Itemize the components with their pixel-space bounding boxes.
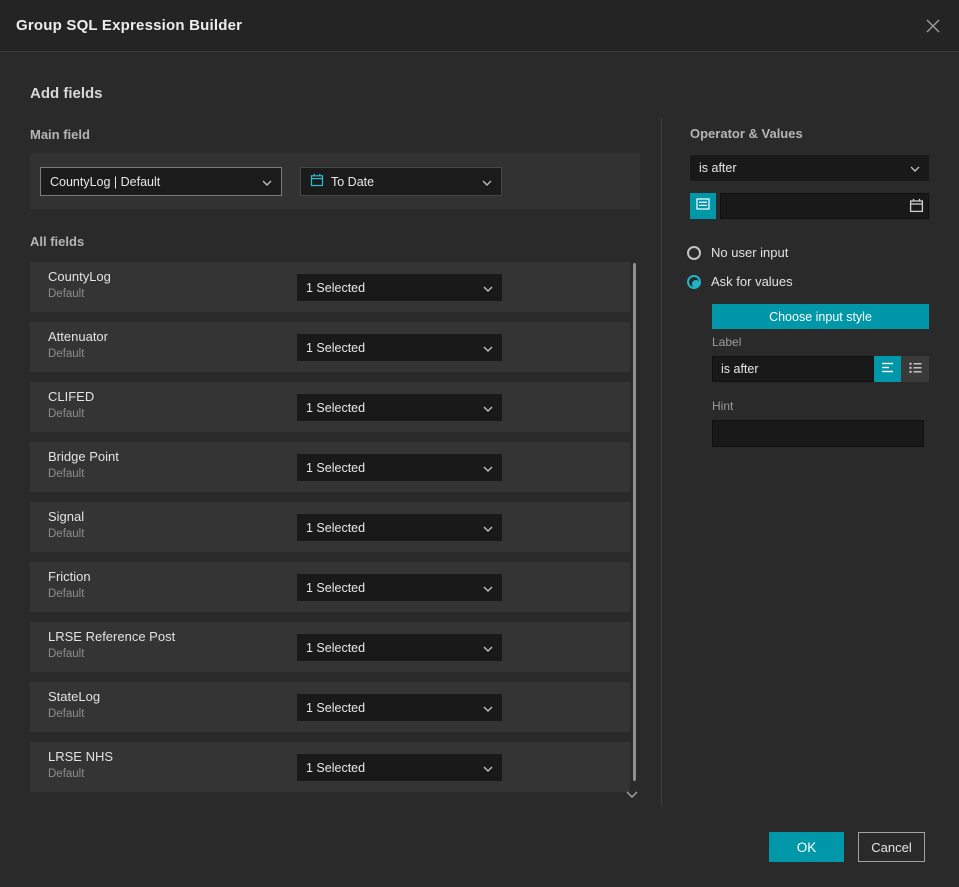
radio-icon	[687, 245, 701, 260]
all-fields-list: CountyLog Default 1 Selected Attenuator …	[30, 262, 630, 802]
field-type: Default	[48, 708, 85, 720]
chevron-down-icon	[482, 175, 492, 189]
field-type: Default	[48, 348, 85, 360]
chevron-down-icon	[483, 461, 493, 475]
field-row: LRSE NHS Default 1 Selected	[30, 742, 630, 792]
radio-selected-icon	[687, 274, 701, 289]
calendar-icon	[310, 173, 324, 190]
calendar-icon[interactable]	[909, 198, 924, 218]
operator-select-value: is after	[699, 161, 737, 175]
field-selection-dropdown[interactable]: 1 Selected	[297, 274, 502, 301]
add-fields-heading: Add fields	[30, 85, 103, 102]
align-left-icon	[881, 360, 894, 378]
operator-select[interactable]: is after	[690, 155, 929, 181]
cancel-button[interactable]: Cancel	[858, 832, 925, 862]
radio-ask-for-values-label: Ask for values	[711, 274, 793, 289]
field-name: Attenuator	[48, 329, 108, 344]
field-name: CountyLog	[48, 269, 111, 284]
field-row: Bridge Point Default 1 Selected	[30, 442, 630, 492]
field-name: LRSE Reference Post	[48, 629, 176, 644]
field-type: Default	[48, 288, 85, 300]
single-line-style-button[interactable]	[874, 356, 901, 382]
chevron-down-icon	[483, 341, 493, 355]
chevron-down-icon	[483, 401, 493, 415]
label-field-label: Label	[712, 335, 742, 349]
field-selection-value: 1 Selected	[306, 400, 366, 415]
field-row: LRSE Reference Post Default 1 Selected	[30, 622, 630, 672]
date-field-select-value: To Date	[331, 174, 375, 189]
radio-ask-for-values[interactable]: Ask for values	[687, 274, 793, 289]
relative-date-icon	[696, 197, 710, 216]
field-selection-dropdown[interactable]: 1 Selected	[297, 394, 502, 421]
field-name: Friction	[48, 569, 91, 584]
chevron-down-icon	[483, 281, 493, 295]
label-input[interactable]	[712, 356, 874, 382]
field-selection-dropdown[interactable]: 1 Selected	[297, 574, 502, 601]
field-type: Default	[48, 408, 85, 420]
field-name: CLIFED	[48, 389, 95, 404]
field-selection-dropdown[interactable]: 1 Selected	[297, 694, 502, 721]
main-field-label: Main field	[30, 127, 90, 142]
field-row: Signal Default 1 Selected	[30, 502, 630, 552]
main-field-select[interactable]: CountyLog | Default	[40, 167, 282, 196]
choose-input-style-button[interactable]: Choose input style	[712, 304, 929, 329]
field-name: Signal	[48, 509, 85, 524]
field-row: CountyLog Default 1 Selected	[30, 262, 630, 312]
radio-no-user-input[interactable]: No user input	[687, 245, 788, 260]
chevron-down-icon	[483, 641, 493, 655]
field-type: Default	[48, 468, 85, 480]
scroll-down-icon[interactable]	[624, 788, 640, 800]
main-field-panel: CountyLog | Default To Date	[30, 153, 640, 209]
chevron-down-icon	[262, 175, 272, 189]
field-selection-value: 1 Selected	[306, 580, 366, 595]
field-selection-dropdown[interactable]: 1 Selected	[297, 634, 502, 661]
field-selection-dropdown[interactable]: 1 Selected	[297, 334, 502, 361]
operator-values-heading: Operator & Values	[690, 126, 803, 141]
radio-no-user-input-label: No user input	[711, 245, 789, 260]
date-value-field	[720, 193, 929, 219]
field-type: Default	[48, 588, 85, 600]
chevron-down-icon	[910, 161, 920, 175]
hint-field-label: Hint	[712, 399, 734, 413]
field-type: Default	[48, 648, 85, 660]
field-selection-value: 1 Selected	[306, 280, 366, 295]
field-selection-dropdown[interactable]: 1 Selected	[297, 514, 502, 541]
list-style-button[interactable]	[901, 356, 929, 382]
list-icon	[909, 360, 922, 378]
scrollbar[interactable]	[633, 263, 636, 781]
chevron-down-icon	[483, 521, 493, 535]
field-name: LRSE NHS	[48, 749, 114, 764]
all-fields-label: All fields	[30, 234, 85, 249]
field-name: Bridge Point	[48, 449, 119, 464]
dialog-header: Group SQL Expression Builder	[0, 0, 959, 52]
field-type: Default	[48, 768, 85, 780]
field-selection-value: 1 Selected	[306, 520, 366, 535]
field-selection-dropdown[interactable]: 1 Selected	[297, 754, 502, 781]
main-field-select-value: CountyLog | Default	[50, 174, 161, 189]
hint-input[interactable]	[712, 420, 924, 447]
ok-button[interactable]: OK	[769, 832, 844, 862]
field-row: Attenuator Default 1 Selected	[30, 322, 630, 372]
vertical-divider	[661, 118, 662, 806]
field-selection-dropdown[interactable]: 1 Selected	[297, 454, 502, 481]
field-row: CLIFED Default 1 Selected	[30, 382, 630, 432]
relative-date-toggle-button[interactable]	[690, 193, 716, 219]
field-selection-value: 1 Selected	[306, 760, 366, 775]
field-selection-value: 1 Selected	[306, 460, 366, 475]
field-row: Friction Default 1 Selected	[30, 562, 630, 612]
field-row: StateLog Default 1 Selected	[30, 682, 630, 732]
close-icon[interactable]	[921, 14, 945, 38]
group-sql-expression-builder-dialog: Group SQL Expression Builder Add fields …	[0, 0, 959, 887]
field-type: Default	[48, 528, 85, 540]
chevron-down-icon	[483, 761, 493, 775]
field-selection-value: 1 Selected	[306, 640, 366, 655]
field-name: StateLog	[48, 689, 101, 704]
field-selection-value: 1 Selected	[306, 340, 366, 355]
dialog-title: Group SQL Expression Builder	[16, 17, 243, 34]
chevron-down-icon	[483, 581, 493, 595]
date-value-input[interactable]	[720, 193, 929, 219]
chevron-down-icon	[483, 701, 493, 715]
date-field-select[interactable]: To Date	[300, 167, 502, 196]
field-selection-value: 1 Selected	[306, 700, 366, 715]
